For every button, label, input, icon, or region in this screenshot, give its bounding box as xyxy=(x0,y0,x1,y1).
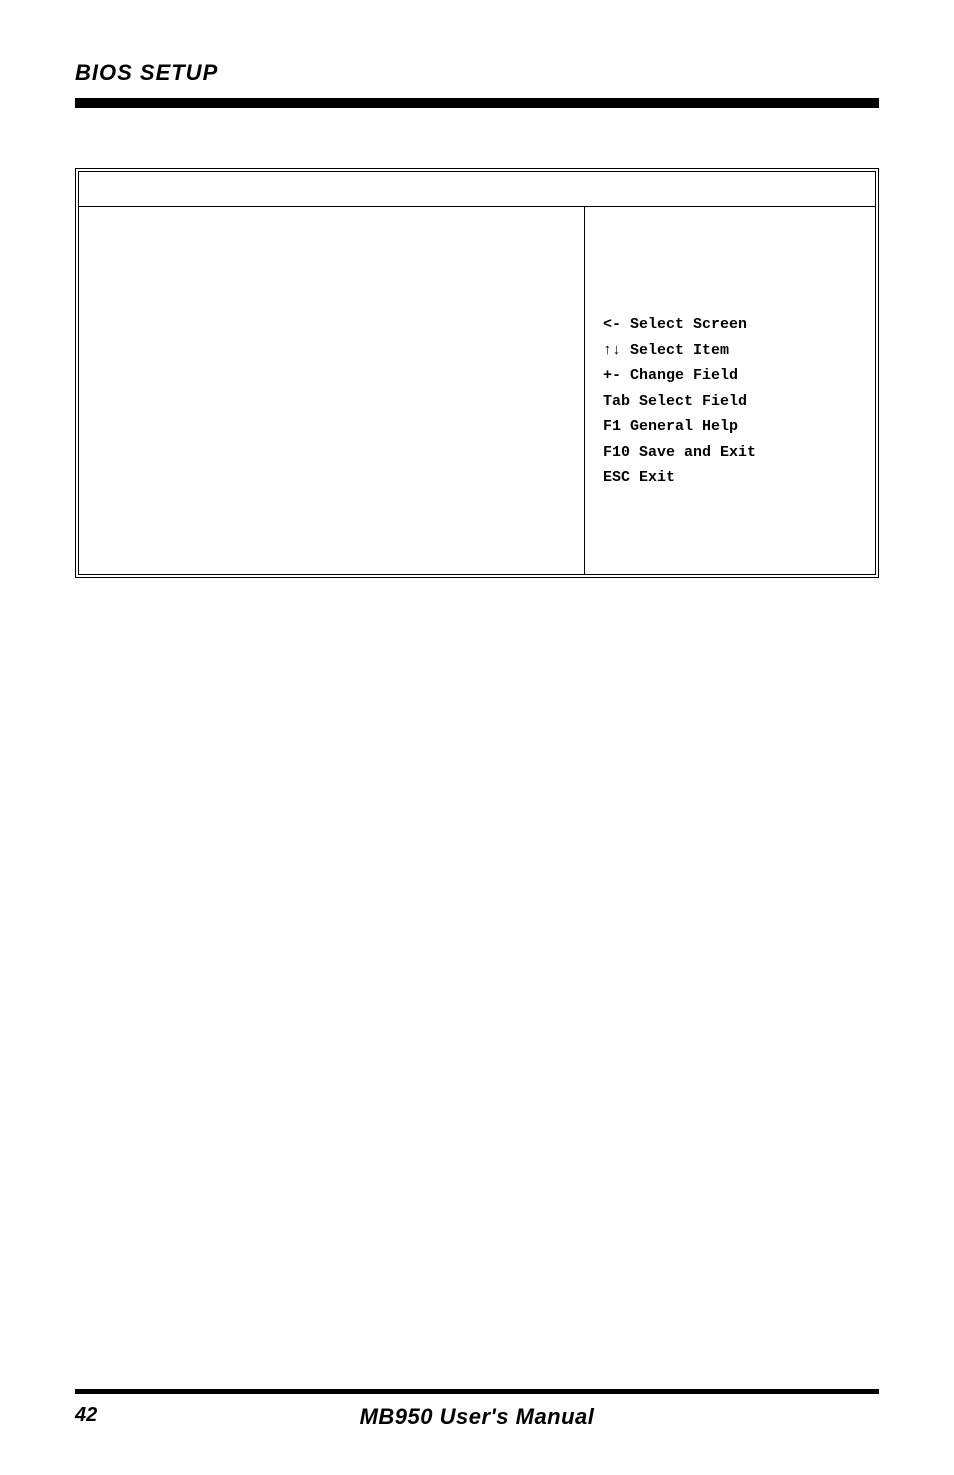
page-footer: 42 MB950 User's Manual xyxy=(75,1389,879,1427)
manual-title: MB950 User's Manual xyxy=(360,1404,595,1430)
bios-left-panel xyxy=(79,207,585,574)
help-line: Tab Select Field xyxy=(603,389,857,415)
help-line: <- Select Screen xyxy=(603,312,857,338)
bios-screen-box: <- Select Screen ↑↓ Select Item +- Chang… xyxy=(75,168,879,578)
bios-top-bar xyxy=(79,172,875,207)
page-number: 42 xyxy=(75,1404,97,1427)
help-line: F1 General Help xyxy=(603,414,857,440)
help-line: F10 Save and Exit xyxy=(603,440,857,466)
help-line: ESC Exit xyxy=(603,465,857,491)
header-divider xyxy=(75,98,879,108)
help-line: ↑↓ Select Item xyxy=(603,338,857,364)
footer-divider xyxy=(75,1389,879,1394)
page-header-title: BIOS SETUP xyxy=(75,60,879,86)
help-line: +- Change Field xyxy=(603,363,857,389)
bios-help-panel: <- Select Screen ↑↓ Select Item +- Chang… xyxy=(585,207,875,574)
bios-body: <- Select Screen ↑↓ Select Item +- Chang… xyxy=(79,207,875,574)
